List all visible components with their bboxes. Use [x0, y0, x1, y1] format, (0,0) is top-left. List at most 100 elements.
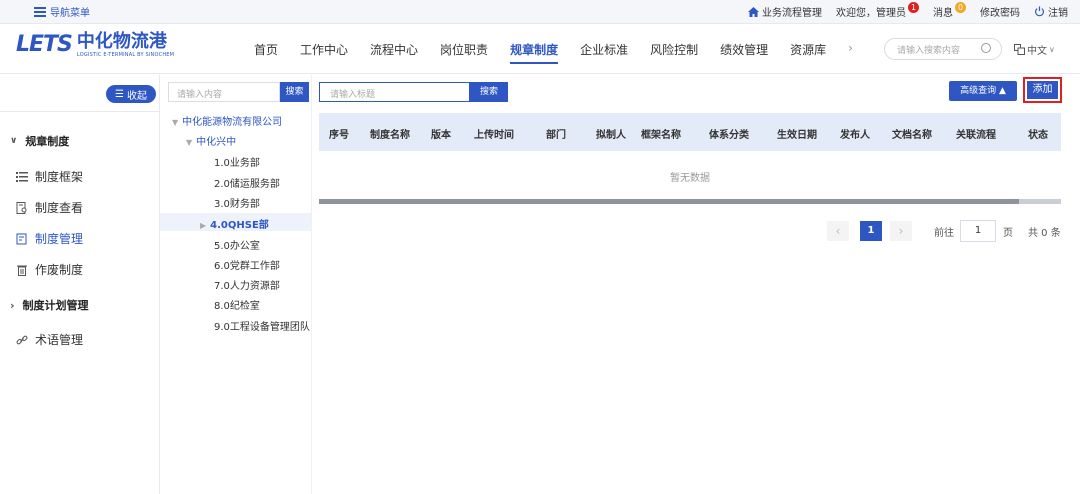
change-password-link[interactable]: 修改密码 — [980, 4, 1020, 19]
nav-enterprise-standards[interactable]: 企业标准 — [580, 41, 628, 64]
prev-page-button[interactable]: ‹ — [827, 221, 849, 241]
advanced-search-button[interactable]: 高级查询 ▲ — [949, 81, 1017, 101]
org-tree-panel: 请输入内容 搜索 ▼ 中化能源物流有限公司 ▼ 中化兴中 1.0业务部 2.0储运服… — [160, 75, 312, 494]
scrollbar-thumb[interactable] — [319, 199, 1019, 204]
language-selector[interactable]: 中文 ∨ — [1014, 42, 1055, 57]
nav-process-center[interactable]: 流程中心 — [370, 41, 418, 64]
search-icon[interactable] — [981, 43, 991, 53]
goto-page-input[interactable]: 1 — [960, 220, 996, 242]
edit-document-icon — [16, 233, 27, 244]
logout-link[interactable]: 注销 — [1034, 4, 1068, 19]
tree-node-dept[interactable]: 2.0储运服务部 — [214, 175, 280, 190]
main-content: 请输入标题 搜索 高级查询 ▲ 添加 序号 制度名称 版本 上传时间 部门 拟制… — [312, 75, 1080, 494]
column-header[interactable]: 序号 — [329, 126, 349, 141]
logo-en: LOGISTIC E-TERMINAL BY SINOCHEM — [76, 52, 175, 58]
welcome-user[interactable]: 欢迎您，管理员 1 — [836, 2, 919, 19]
tree-node-dept[interactable]: 8.0纪检室 — [214, 297, 260, 312]
page-number-current[interactable]: 1 — [860, 221, 882, 241]
workflow-link[interactable]: 业务流程管理 — [748, 4, 822, 19]
column-header[interactable]: 发布人 — [840, 126, 870, 141]
tree-search-input[interactable]: 请输入内容 — [168, 82, 280, 102]
column-header[interactable]: 状态 — [1028, 126, 1048, 141]
sidebar: ☰ 收起 ∨ 规章制度 制度框架 制度查看 制度管理 作废制度 › 制度计划管理… — [0, 75, 160, 494]
home-icon — [748, 6, 759, 17]
add-button-highlight: 添加 — [1023, 77, 1062, 103]
sidebar-item-management[interactable]: 制度管理 — [16, 230, 83, 247]
nav-home[interactable]: 首页 — [254, 41, 278, 64]
title-search-button[interactable]: 搜索 — [470, 82, 508, 102]
logo[interactable]: LETS 中化物流港 LOGISTIC E-TERMINAL BY SINOCH… — [16, 31, 175, 59]
messages-badge: 0 — [955, 2, 966, 13]
sidebar-item-glossary[interactable]: 术语管理 — [16, 331, 83, 348]
caret-down-icon: ▼ — [186, 138, 193, 147]
chevron-down-icon: ∨ — [10, 136, 18, 146]
collapse-button[interactable]: ☰ 收起 — [106, 85, 156, 103]
main-nav: 首页 工作中心 流程中心 岗位职责 规章制度 企业标准 风险控制 绩效管理 资源… — [254, 41, 875, 64]
column-header[interactable]: 部门 — [546, 126, 566, 141]
column-header[interactable]: 版本 — [431, 126, 451, 141]
nav-risk-control[interactable]: 风险控制 — [650, 41, 698, 64]
translate-icon — [1014, 44, 1025, 55]
link-icon — [16, 335, 28, 344]
tree-node-root[interactable]: ▼ 中化能源物流有限公司 — [172, 113, 282, 128]
sidebar-group-regulations[interactable]: ∨ 规章制度 — [10, 133, 69, 149]
menu-icon — [34, 6, 46, 17]
caret-down-icon: ▼ — [172, 118, 179, 127]
goto-label: 前往 — [934, 228, 954, 239]
top-right-links: 业务流程管理 欢迎您，管理员 1 消息 0 修改密码 注销 — [748, 2, 1068, 19]
trash-icon — [17, 265, 27, 276]
logo-cn-block: 中化物流港 LOGISTIC E-TERMINAL BY SINOCHEM — [76, 31, 175, 59]
nav-resources[interactable]: 资源库 — [790, 41, 826, 64]
table-header: 序号 制度名称 版本 上传时间 部门 拟制人 框架名称 体系分类 生效日期 发布… — [319, 113, 1061, 151]
column-header[interactable]: 制度名称 — [370, 126, 410, 141]
column-header[interactable]: 文档名称 — [892, 126, 932, 141]
title-search-input[interactable]: 请输入标题 — [319, 82, 470, 102]
document-search-icon — [16, 201, 27, 214]
column-header[interactable]: 上传时间 — [474, 126, 514, 141]
sidebar-item-view[interactable]: 制度查看 — [16, 199, 83, 216]
list-icon: ☰ — [115, 88, 124, 100]
nav-more[interactable]: › — [848, 41, 853, 64]
sidebar-item-framework[interactable]: 制度框架 — [16, 168, 83, 185]
nav-work-center[interactable]: 工作中心 — [300, 41, 348, 64]
chevron-down-icon: ∨ — [1049, 45, 1055, 54]
tree-search-button[interactable]: 搜索 — [280, 82, 309, 102]
logo-cn: 中化物流港 — [76, 31, 167, 52]
tree-node-child[interactable]: ▼ 中化兴中 — [186, 133, 236, 148]
total-count: 共 0 条 — [1028, 228, 1061, 239]
chevron-right-icon: › — [10, 298, 15, 312]
tree-node-dept[interactable]: 5.0办公室 — [214, 237, 260, 252]
notification-badge: 1 — [908, 2, 919, 13]
sidebar-item-void[interactable]: 作废制度 — [16, 261, 83, 278]
tree-node-dept[interactable]: 7.0人力资源部 — [214, 277, 280, 292]
sidebar-group-plan[interactable]: › 制度计划管理 — [10, 297, 89, 313]
page-unit-label: 页 — [1003, 228, 1013, 239]
column-header[interactable]: 框架名称 — [641, 126, 681, 141]
tree-node-dept[interactable]: 1.0业务部 — [214, 154, 260, 169]
top-bar: 导航菜单 业务流程管理 欢迎您，管理员 1 消息 0 修改密码 注销 — [0, 0, 1080, 24]
logo-lets: LETS — [16, 32, 73, 57]
column-header[interactable]: 关联流程 — [956, 126, 996, 141]
horizontal-scrollbar[interactable] — [319, 199, 1061, 204]
column-header[interactable]: 体系分类 — [709, 126, 749, 141]
global-search-input[interactable]: 请输入搜索内容 — [884, 38, 1002, 60]
nav-job-duties[interactable]: 岗位职责 — [440, 41, 488, 64]
tree-node-dept[interactable]: 3.0财务部 — [214, 195, 260, 210]
power-icon — [1035, 6, 1044, 17]
caret-right-icon: ▶ — [200, 221, 207, 230]
list-icon — [16, 171, 28, 182]
tree-node-dept-selected[interactable]: ▶ 4.0QHSE部 — [160, 213, 311, 231]
column-header[interactable]: 拟制人 — [596, 126, 626, 141]
nav-regulations[interactable]: 规章制度 — [510, 41, 559, 64]
tree-node-dept[interactable]: 6.0党群工作部 — [214, 257, 280, 272]
add-button[interactable]: 添加 — [1027, 81, 1058, 99]
header: LETS 中化物流港 LOGISTIC E-TERMINAL BY SINOCH… — [0, 24, 1080, 74]
nav-menu-label: 导航菜单 — [50, 8, 90, 19]
next-page-button[interactable]: › — [890, 221, 912, 241]
nav-menu-toggle[interactable]: 导航菜单 — [34, 4, 90, 19]
nav-performance[interactable]: 绩效管理 — [720, 41, 768, 64]
messages-link[interactable]: 消息 0 — [933, 2, 966, 19]
empty-state-text: 暂无数据 — [670, 173, 710, 184]
column-header[interactable]: 生效日期 — [777, 126, 817, 141]
tree-node-dept[interactable]: 9.0工程设备管理团队 — [214, 318, 310, 333]
